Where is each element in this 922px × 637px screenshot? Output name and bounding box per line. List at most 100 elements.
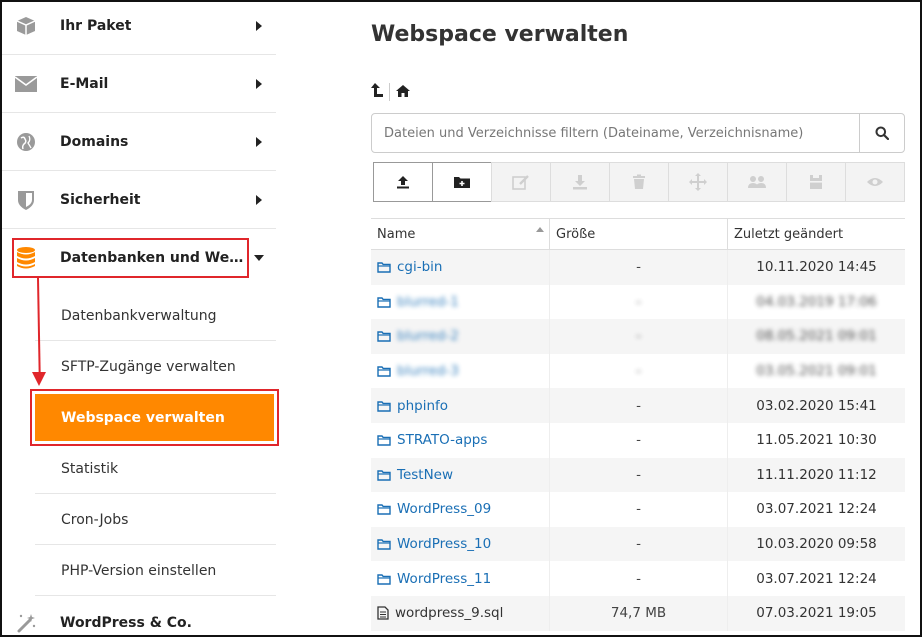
file-name-cell[interactable]: STRATO-apps xyxy=(371,423,549,458)
sidebar-subitem-label: Webspace verwalten xyxy=(61,409,225,426)
column-header-date[interactable]: Zuletzt geändert xyxy=(727,219,905,249)
file-name-cell[interactable]: WordPress_11 xyxy=(371,561,549,596)
sidebar-subitem-webspace-verwalten[interactable]: Webspace verwalten xyxy=(30,389,279,446)
magic-wand-icon xyxy=(14,611,38,635)
permissions-button[interactable] xyxy=(727,162,787,202)
sidebar-item-email[interactable]: E-Mail xyxy=(2,55,276,113)
upload-icon xyxy=(397,176,409,189)
preview-button[interactable] xyxy=(845,162,905,202)
sidebar-item-label: WordPress & Co. xyxy=(60,615,192,631)
folder-icon xyxy=(377,434,391,446)
sidebar-item-label: Domains xyxy=(60,134,129,150)
sidebar-item-wordpress[interactable]: WordPress & Co. xyxy=(2,594,276,635)
table-row[interactable]: phpinfo -03.02.2020 15:41 xyxy=(371,388,905,423)
file-size-cell: - xyxy=(549,526,727,562)
folder-icon xyxy=(377,503,391,516)
sidebar-subitem-sftp[interactable]: SFTP-Zugänge verwalten xyxy=(35,341,276,392)
filter-input[interactable] xyxy=(372,114,859,152)
file-name-cell[interactable]: phpinfo xyxy=(371,388,549,423)
file-date-cell: 03.07.2021 12:24 xyxy=(727,492,905,527)
file-name-cell[interactable]: WordPress_10 xyxy=(371,527,549,562)
filter-search-box xyxy=(371,113,905,153)
sidebar-item-ihr-paket[interactable]: Ihr Paket xyxy=(2,2,276,55)
file-size-cell: - xyxy=(549,388,727,423)
annotation-arrow-head xyxy=(32,372,46,386)
shield-icon xyxy=(14,188,38,212)
file-size-cell: - xyxy=(549,492,727,527)
globe-icon xyxy=(14,130,38,154)
file-date-cell: 10.11.2020 14:45 xyxy=(727,250,905,285)
folder-icon xyxy=(377,469,391,481)
file-date-cell: 04.03.2019 17:06 xyxy=(727,284,905,320)
sidebar-subitem-datenbankverwaltung[interactable]: Datenbankverwaltung xyxy=(35,290,276,341)
file-icon xyxy=(377,606,389,620)
table-row[interactable]: STRATO-apps -11.05.2021 10:30 xyxy=(371,422,905,458)
edit-button[interactable] xyxy=(491,162,551,202)
download-button[interactable] xyxy=(550,162,610,202)
file-size-cell: - xyxy=(549,457,727,493)
file-size-cell: - xyxy=(549,319,727,354)
table-row[interactable]: wordpress_9.sql 74,7 MB 07.03.2021 19:05 xyxy=(371,595,905,631)
move-icon xyxy=(689,173,707,191)
table-row[interactable]: blurred-2-08.05.2021 09:01 xyxy=(371,319,905,354)
file-name-cell[interactable]: blurred-2 xyxy=(371,319,549,354)
file-date-cell: 11.11.2020 11:12 xyxy=(727,457,905,493)
upload-button[interactable] xyxy=(373,162,433,202)
file-name-cell[interactable]: cgi-bin xyxy=(371,250,549,285)
caret-right-icon xyxy=(256,79,262,89)
move-button[interactable] xyxy=(668,162,728,202)
file-size-cell: 74,7 MB xyxy=(549,595,727,631)
table-row[interactable]: WordPress_10-10.03.2020 09:58 xyxy=(371,526,905,562)
archive-icon xyxy=(810,174,822,189)
file-table: Name Größe Zuletzt geändert cgi-bin -10.1… xyxy=(371,218,905,631)
table-body: cgi-bin -10.11.2020 14:45 blurred-1-04.03.… xyxy=(371,250,905,631)
table-row[interactable]: blurred-1-04.03.2019 17:06 xyxy=(371,284,905,320)
users-icon xyxy=(748,176,766,188)
file-name-cell[interactable]: blurred-3 xyxy=(371,354,549,389)
table-row[interactable]: blurred-3-03.05.2021 09:01 xyxy=(371,353,905,389)
file-date-cell: 08.05.2021 09:01 xyxy=(727,319,905,354)
search-button[interactable] xyxy=(859,114,904,152)
sidebar-subitem-label: SFTP-Zugänge verwalten xyxy=(61,358,236,375)
sidebar-subitem-php-version[interactable]: PHP-Version einstellen xyxy=(35,545,276,596)
file-name-cell[interactable]: WordPress_09 xyxy=(371,492,549,527)
sidebar-item-label: E-Mail xyxy=(60,76,109,92)
sidebar-subitem-label: Datenbankverwaltung xyxy=(61,307,217,324)
delete-button[interactable] xyxy=(609,162,669,202)
column-header-size[interactable]: Größe xyxy=(549,219,727,249)
file-name-cell[interactable]: blurred-1 xyxy=(371,285,549,320)
table-row[interactable]: cgi-bin -10.11.2020 14:45 xyxy=(371,250,905,285)
sidebar-subitem-label: Statistik xyxy=(61,460,119,477)
archive-button[interactable] xyxy=(786,162,846,202)
sidebar-subitem-cron-jobs[interactable]: Cron-Jobs xyxy=(35,494,276,545)
sidebar-item-sicherheit[interactable]: Sicherheit xyxy=(2,171,276,229)
file-name-cell[interactable]: TestNew xyxy=(371,458,549,493)
file-toolbar xyxy=(373,162,905,202)
folder-icon xyxy=(377,261,391,273)
home-icon[interactable] xyxy=(395,83,411,102)
parent-directory-icon[interactable] xyxy=(370,82,384,102)
app-window: Ihr Paket E-Mail Domains Sicherheit Date… xyxy=(0,0,922,637)
file-date-cell: 03.02.2020 15:41 xyxy=(727,388,905,423)
table-row[interactable]: WordPress_09-03.07.2021 12:24 xyxy=(371,492,905,527)
sidebar-subitem-statistik[interactable]: Statistik xyxy=(35,443,276,494)
caret-right-icon xyxy=(256,195,262,205)
folder-icon xyxy=(377,296,391,308)
sort-ascending-icon xyxy=(536,227,544,232)
file-size-cell: - xyxy=(549,250,727,285)
table-row[interactable]: WordPress_11-03.07.2021 12:24 xyxy=(371,561,905,596)
sidebar: Ihr Paket E-Mail Domains Sicherheit Date… xyxy=(2,2,282,635)
new-folder-icon xyxy=(454,177,470,188)
caret-down-icon xyxy=(254,255,264,261)
table-row[interactable]: TestNew -11.11.2020 11:12 xyxy=(371,457,905,493)
new-folder-button[interactable] xyxy=(432,162,492,202)
column-header-name[interactable]: Name xyxy=(371,219,549,249)
package-icon xyxy=(14,14,38,38)
file-date-cell: 11.05.2021 10:30 xyxy=(727,422,905,458)
sidebar-item-domains[interactable]: Domains xyxy=(2,113,276,171)
caret-right-icon xyxy=(256,21,262,31)
file-name-cell[interactable]: wordpress_9.sql xyxy=(371,596,549,631)
folder-icon xyxy=(377,538,391,550)
file-date-cell: 03.07.2021 12:24 xyxy=(727,561,905,596)
sidebar-item-label: Ihr Paket xyxy=(60,18,132,34)
